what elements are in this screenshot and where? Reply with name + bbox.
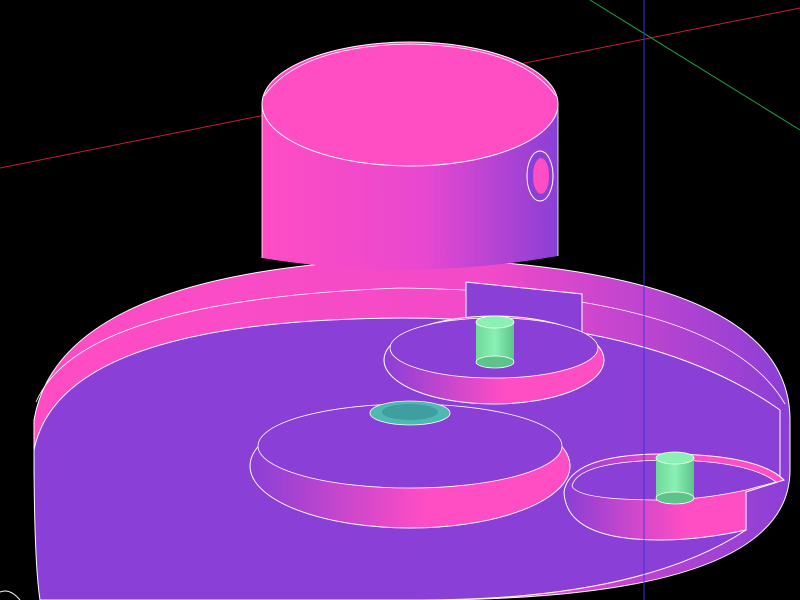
- center-hole-inner: [382, 404, 438, 420]
- upper-pin-top: [475, 315, 515, 329]
- lower-pin-top: [655, 451, 695, 465]
- adjacent-part-edge: [0, 590, 21, 600]
- lower-pin-bottom: [655, 491, 695, 505]
- upper-pin-bottom: [475, 355, 515, 369]
- hub-cross-hole-inner: [533, 158, 549, 194]
- y-axis-line: [589, 0, 800, 131]
- hub-cylinder-top: [261, 41, 559, 167]
- cad-model-render[interactable]: [0, 0, 800, 600]
- cad-viewport[interactable]: [0, 0, 800, 600]
